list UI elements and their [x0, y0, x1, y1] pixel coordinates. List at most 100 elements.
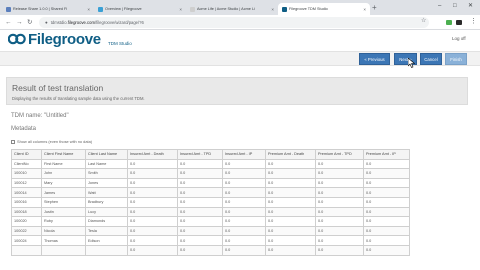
table-cell: 0.0 [363, 168, 410, 179]
table-cell: 0.0 [222, 206, 266, 218]
reload-icon[interactable]: ↻ [27, 18, 32, 27]
close-tab-icon[interactable]: × [179, 7, 182, 12]
table-cell: 100012 [11, 177, 42, 189]
table-row: 0.0 0.0 0.0 0.0 0.0 0.0 [11, 244, 410, 256]
table-cell [11, 244, 42, 256]
table-cell: 0.0 [127, 187, 178, 198]
table-cell: 0.0 [315, 196, 364, 208]
app-logo-text[interactable]: Filegroove [28, 31, 101, 48]
close-tab-icon[interactable]: × [363, 7, 366, 12]
column-header[interactable]: Client ID [11, 149, 42, 160]
table-cell: 0.0 [222, 225, 266, 237]
column-header[interactable]: Client First Name [41, 149, 86, 160]
table-cell: 0.0 [315, 206, 364, 218]
table-cell: 0.0 [265, 187, 316, 198]
metadata-heading: Metadata [11, 126, 37, 132]
table-cell: 0.0 [363, 206, 410, 218]
table-cell: Smith [85, 168, 128, 179]
tab-title: Release Share 1.0.0 | Shared Fi [13, 7, 68, 11]
close-tab-icon[interactable]: × [271, 7, 274, 12]
table-row: 100012 Mary Jones 0.0 0.0 0.0 0.0 0.0 0.0 [11, 177, 410, 189]
table-row: 100010 John Smith 0.0 0.0 0.0 0.0 0.0 0.0 [11, 168, 410, 179]
table-cell: 0.0 [265, 244, 316, 256]
maximize-icon[interactable]: □ [453, 2, 457, 10]
table-cell [41, 244, 86, 256]
table-cell: 0.0 [177, 187, 223, 198]
table-cell: 0.0 [127, 196, 178, 208]
close-tab-icon[interactable]: × [87, 7, 90, 12]
show-all-columns-option[interactable]: Show all columns (even those with no dat… [11, 139, 92, 144]
column-header[interactable]: Client Last Name [85, 149, 128, 160]
table-cell: 0.0 [177, 177, 223, 189]
table-cell: 0.0 [177, 225, 223, 237]
table-cell: 0.0 [363, 187, 410, 198]
cancel-button[interactable]: Cancel [420, 53, 442, 65]
browser-tab-3[interactable]: Acme Life | Acme Studio | Acme Li × [186, 3, 278, 15]
column-header[interactable]: Premium Amt - Death [265, 149, 316, 160]
previous-button[interactable]: « Previous [359, 53, 390, 65]
browser-tab-2[interactable]: Overview | Filegroove × [94, 3, 186, 15]
table-cell: 0.0 [265, 216, 316, 227]
address-bar[interactable]: ● tdmstdio.filegroove.com/filegroove/wiz… [39, 17, 429, 28]
table-cell: First Name [41, 158, 86, 170]
table-cell: 0.0 [222, 187, 266, 198]
table-cell: 0.0 [363, 225, 410, 237]
table-cell: 0.0 [315, 244, 364, 256]
close-window-icon[interactable]: ✕ [468, 2, 473, 10]
column-header[interactable]: Insured Amt - Death [127, 149, 178, 160]
table-cell: ClientNo [11, 158, 42, 170]
table-cell: 0.0 [177, 168, 223, 179]
table-cell: 0.0 [127, 177, 178, 189]
table-cell: 100010 [11, 168, 42, 179]
table-cell: Watt [85, 187, 128, 198]
extension-icon[interactable] [456, 20, 462, 25]
browser-tab-active[interactable]: Filegroove TDM Studio × [278, 3, 370, 15]
browser-tab-strip: Release Share 1.0.0 | Shared Fi × Overvi… [0, 0, 480, 15]
table-cell: 0.0 [363, 235, 410, 246]
tab-title: Filegroove TDM Studio [289, 7, 328, 11]
table-cell: 0.0 [315, 235, 364, 246]
column-header[interactable]: Insured Amt - TPD [177, 149, 223, 160]
new-tab-button[interactable]: + [372, 4, 377, 12]
table-cell: 0.0 [177, 244, 223, 256]
minimize-icon[interactable]: – [438, 2, 441, 10]
table-cell: 0.0 [265, 158, 316, 170]
table-cell: 0.0 [363, 244, 410, 256]
table-cell: 0.0 [177, 196, 223, 208]
bookmark-star-icon[interactable]: ☆ [421, 17, 426, 24]
table-cell: 0.0 [315, 158, 364, 170]
table-cell: 0.0 [127, 206, 178, 218]
column-header[interactable]: Insured Amt - IP [222, 149, 266, 160]
table-cell: 100018 [11, 206, 42, 218]
table-cell: Justin [41, 206, 86, 218]
column-header[interactable]: Premium Amt - IP [363, 149, 410, 160]
table-cell: 0.0 [265, 196, 316, 208]
forward-icon[interactable]: → [16, 18, 23, 27]
table-cell: 100024 [11, 235, 42, 246]
results-table-body: ClientNo First Name Last Name 0.0 0.0 0.0 0.0 0… [11, 158, 410, 256]
results-panel: Result of test translation Displaying th… [6, 77, 468, 270]
table-cell: Last Name [85, 158, 128, 170]
table-cell: 0.0 [222, 177, 266, 189]
browser-menu-icon[interactable]: ⋮ [470, 18, 477, 26]
url-domain: filegroove.com [67, 20, 95, 25]
table-cell: 0.0 [222, 196, 266, 208]
tab-favicon-icon [190, 6, 195, 12]
column-header[interactable]: Premium Amt - TPD [315, 149, 364, 160]
browser-tab-1[interactable]: Release Share 1.0.0 | Shared Fi × [2, 3, 94, 15]
table-cell: Nicola [41, 225, 86, 237]
tdm-name-label: TDM name: "Untitled" [11, 113, 69, 119]
show-all-columns-checkbox[interactable] [11, 139, 15, 144]
back-icon[interactable]: ← [5, 18, 12, 27]
table-cell: 0.0 [177, 216, 223, 227]
finish-button[interactable]: Finish [445, 53, 467, 65]
mouse-cursor-icon [408, 58, 415, 68]
logout-link[interactable]: Log off [452, 36, 466, 41]
table-cell: Mary [41, 177, 86, 189]
results-table: Client ID Client First Name Client Last … [11, 149, 410, 256]
url-prefix: tdmstdio. [50, 20, 68, 25]
extension-icon[interactable] [446, 20, 452, 25]
table-cell: 0.0 [315, 225, 364, 237]
table-cell: 0.0 [222, 235, 266, 246]
table-cell: Edison [85, 235, 128, 246]
